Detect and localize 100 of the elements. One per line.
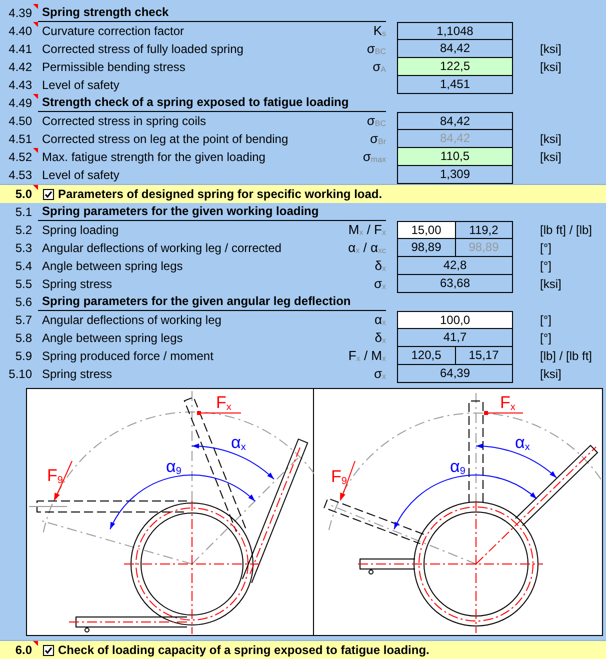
row-number: 5.4 <box>15 258 32 275</box>
row-label: Corrected stress on leg at the point of bending <box>42 131 288 148</box>
result-cell: 120,5 <box>397 347 456 365</box>
unit-label: [ksi] <box>540 149 562 166</box>
row-number: 5.0 <box>15 186 32 203</box>
unit-label: [°] <box>540 240 552 257</box>
result-cell: 41,7 <box>397 329 513 347</box>
row-number: 4.43 <box>8 77 32 94</box>
row-number: 4.40 <box>8 23 32 40</box>
row-label: Spring produced force / moment <box>42 348 214 365</box>
unit-label: [ksi] <box>540 59 562 76</box>
section-heading: Strength check of a spring exposed to fatigue loading <box>38 94 386 112</box>
result-cell: 63,68 <box>397 275 513 293</box>
row-number: 6.0 <box>15 642 32 659</box>
result-cell: 98,89 <box>456 239 513 257</box>
result-cell: 42,8 <box>397 257 513 275</box>
force-label: F$_{9}$ <box>331 468 347 486</box>
symbol-label: σ$_{Br}$ <box>370 130 386 148</box>
unit-label: [ksi] <box>540 276 562 293</box>
row-number: 5.10 <box>8 366 32 383</box>
symbol-label: δ$_{x}$ <box>374 257 386 275</box>
result-cell: 110,5 <box>397 148 513 166</box>
symbol-label: σ$_{BC}$ <box>366 40 386 58</box>
row-number: 5.2 <box>15 222 32 239</box>
row-label: Corrected stress in spring coils <box>42 113 206 130</box>
result-cell: 84,42 <box>397 40 513 58</box>
row-label: Spring stress <box>42 276 112 293</box>
row-label: Angular deflections of working leg / corrected <box>42 240 282 257</box>
unit-label: [lb] / [lb ft] <box>540 348 592 365</box>
unit-label: [ksi] <box>540 366 562 383</box>
angle-label: α$_{x}$ <box>515 434 530 452</box>
symbol-label: α$_{x}$ / α$_{xc}$ <box>348 239 386 257</box>
row-label: Spring stress <box>42 366 112 383</box>
row-number: 5.7 <box>15 312 32 329</box>
force-arrow <box>197 411 242 415</box>
row-label: Angle between spring legs <box>42 330 183 347</box>
row-label: Permissible bending stress <box>42 59 186 76</box>
row-number: 4.52 <box>8 149 32 166</box>
section-heading: Spring strength check <box>38 4 386 22</box>
result-cell: 1,309 <box>397 166 513 184</box>
row-number: 5.8 <box>15 330 32 347</box>
force-arrow <box>340 460 356 501</box>
row-label: Max. fatigue strength for the given loading <box>42 149 266 166</box>
checkbox[interactable] <box>43 644 54 656</box>
row-number: 5.3 <box>15 240 32 257</box>
row-number: 5.5 <box>15 276 32 293</box>
symbol-label: δ$_{x}$ <box>374 329 386 347</box>
result-cell: 98,89 <box>397 239 456 257</box>
symbol-label: σ$_{x}$ <box>374 275 386 293</box>
row-label: Angle between spring legs <box>42 258 183 275</box>
unit-label: [ksi] <box>540 41 562 58</box>
section-title: Parameters of designed spring for specific working load. <box>58 186 382 203</box>
result-cell: 119,2 <box>456 221 513 239</box>
symbol-label: M$_{x}$ / F$_{x}$ <box>348 221 386 239</box>
result-cell: 122,5 <box>397 58 513 76</box>
row-label: Level of safety <box>42 77 120 94</box>
force-label: F$_{x}$ <box>500 394 516 412</box>
section-title: Check of loading capacity of a spring exposed to fatigue loading. <box>58 642 430 659</box>
input-field[interactable]: 100,0 <box>397 311 513 329</box>
force-arrow <box>484 411 524 415</box>
symbol-label: α$_{x}$ <box>374 311 386 329</box>
row-number: 4.53 <box>8 167 32 184</box>
row-label: Spring loading <box>42 222 119 239</box>
symbol-label: σ$_{A}$ <box>372 58 386 76</box>
row-number: 5.9 <box>15 348 32 365</box>
symbol-label: σ$_{x}$ <box>374 365 386 383</box>
unit-label: [lb ft] / [lb] <box>540 222 592 239</box>
result-cell: 84,42 <box>397 130 513 148</box>
symbol-label: σ$_{max}$ <box>362 148 386 166</box>
row-number: 4.39 <box>8 5 32 22</box>
symbol-label: F$_{x}$ / M$_{x}$ <box>348 347 386 365</box>
row-number: 5.6 <box>15 294 32 311</box>
row-number: 4.42 <box>8 59 32 76</box>
section-heading: Spring parameters for the given angular leg deflection <box>38 293 386 311</box>
spring-leg <box>360 558 416 574</box>
input-field[interactable]: 15,00 <box>397 221 456 239</box>
force-label: F$_{9}$ <box>47 467 63 485</box>
angle-label: α$_{x}$ <box>231 434 246 452</box>
unit-label: [ksi] <box>540 131 562 148</box>
row-number: 5.1 <box>15 204 32 221</box>
row-number: 4.51 <box>8 131 32 148</box>
row-label: Level of safety <box>42 167 120 184</box>
result-cell: 64,39 <box>397 365 513 383</box>
unit-label: [°] <box>540 258 552 275</box>
unit-label: [°] <box>540 330 552 347</box>
angle-label: α$_{9}$ <box>450 458 466 476</box>
result-cell: 84,42 <box>397 112 513 130</box>
result-cell: 15,17 <box>456 347 513 365</box>
row-number: 4.50 <box>8 113 32 130</box>
symbol-label: K$_{s}$ <box>373 22 386 40</box>
section-heading: Spring parameters for the given working loading <box>38 203 386 221</box>
force-label: F$_{x}$ <box>216 394 232 412</box>
symbol-label: σ$_{BC}$ <box>366 112 386 130</box>
row-label: Corrected stress of fully loaded spring <box>42 41 244 58</box>
checkbox[interactable] <box>43 188 54 200</box>
row-number: 4.41 <box>8 41 32 58</box>
unit-label: [°] <box>540 312 552 329</box>
row-label: Curvature correction factor <box>42 23 184 40</box>
result-cell: 1,451 <box>397 76 513 94</box>
result-cell: 1,1048 <box>397 22 513 40</box>
